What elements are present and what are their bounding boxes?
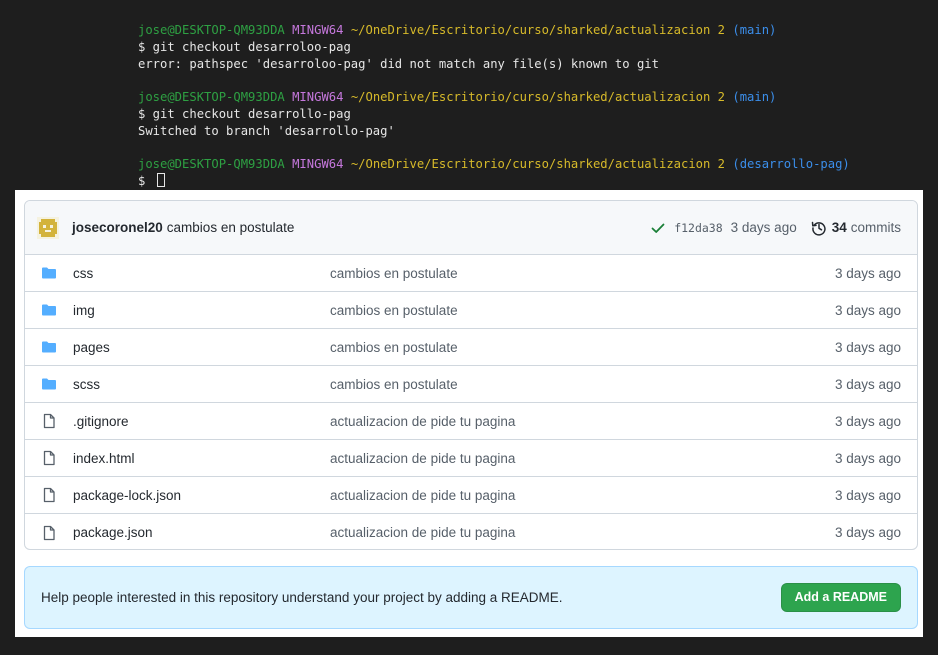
file-commit-age: 3 days ago [834,339,901,355]
prompt-user: jose@DESKTOP-QM93DDA [138,157,285,172]
add-readme-button[interactable]: Add a README [780,583,901,612]
file-commit-message-link[interactable]: cambios en postulate [330,303,835,318]
file-row[interactable]: package.json actualizacion de pide tu pag… [25,514,917,549]
file-commit-message-link[interactable]: actualizacion de pide tu pagina [330,525,835,540]
file-list-box: josecoronel20 cambios en postulate f12da… [24,200,918,550]
file-commit-message-link[interactable]: cambios en postulate [330,266,835,281]
file-icon [41,487,57,503]
file-icon [41,413,57,429]
terminal-command: $ git checkout desarrollo-pag [138,106,351,121]
terminal-input-line[interactable]: $ [138,173,850,190]
prompt-env: MINGW64 [292,90,344,105]
prompt-user: jose@DESKTOP-QM93DDA [138,23,285,37]
prompt-user: jose@DESKTOP-QM93DDA [138,90,285,105]
folder-icon [41,265,57,281]
file-commit-message-link[interactable]: actualizacion de pide tu pagina [330,414,835,429]
file-list: css cambios en postulate 3 days ago img camb… [25,255,917,549]
file-row[interactable]: package-lock.json actualizacion de pide t… [25,477,917,514]
file-row[interactable]: .gitignore actualizacion de pide tu pagin… [25,403,917,440]
latest-commit-bar: josecoronel20 cambios en postulate f12da… [25,201,917,255]
file-name-link[interactable]: index.html [73,451,330,466]
file-icon [41,450,57,466]
terminal-command: $ [138,174,153,189]
terminal-window[interactable]: jose@DESKTOP-QM93DDA MINGW64 ~/OneDrive/… [0,0,938,196]
file-row[interactable]: css cambios en postulate 3 days ago [25,255,917,292]
file-commit-age: 3 days ago [834,525,901,540]
commit-sha-link[interactable]: f12da38 [674,221,722,235]
readme-banner: Help people interested in this repositor… [24,566,918,629]
file-row[interactable]: index.html actualizacion de pide tu pagin… [25,440,917,477]
file-commit-age: 3 days ago [834,450,901,466]
prompt-path: ~/OneDrive/Escritorio/curso/sharked/actu… [350,157,726,172]
check-icon[interactable] [650,220,666,236]
terminal-prompt-line: jose@DESKTOP-QM93DDA MINGW64 ~/OneDrive/… [138,156,850,173]
file-commit-age: 3 days ago [834,487,901,503]
file-commit-message-link[interactable]: cambios en postulate [330,377,835,392]
terminal-error-output: error: pathspec 'desarroloo-pag' did not… [138,56,659,71]
prompt-branch: (main) [732,23,777,37]
history-icon[interactable] [811,220,827,236]
terminal-prompt-line: jose@DESKTOP-QM93DDA MINGW64 ~/OneDrive/… [138,89,850,106]
file-name-link[interactable]: package.json [73,525,330,540]
prompt-path: ~/OneDrive/Escritorio/curso/sharked/actu… [350,90,726,105]
file-row[interactable]: pages cambios en postulate 3 days ago [25,329,917,366]
avatar[interactable] [37,216,59,239]
prompt-env: MINGW64 [292,23,344,37]
file-commit-message-link[interactable]: actualizacion de pide tu pagina [330,488,835,503]
file-commit-age: 3 days ago [834,413,901,429]
file-name-link[interactable]: scss [73,377,330,392]
file-row[interactable]: scss cambios en postulate 3 days ago [25,366,917,403]
prompt-branch: (main) [732,90,777,105]
terminal-output: jose@DESKTOP-QM93DDA MINGW64 ~/OneDrive/… [138,22,850,190]
file-name-link[interactable]: package-lock.json [73,488,330,503]
file-name-link[interactable]: img [73,303,330,318]
commits-label[interactable]: commits [851,220,901,235]
readme-banner-text: Help people interested in this repositor… [41,590,563,605]
file-commit-message-link[interactable]: actualizacion de pide tu pagina [330,451,835,466]
repo-file-browser: josecoronel20 cambios en postulate f12da… [15,190,923,637]
commit-age: 3 days ago [730,220,797,235]
terminal-output-line: Switched to branch 'desarrollo-pag' [138,123,395,138]
folder-icon [41,376,57,392]
file-commit-message-link[interactable]: cambios en postulate [330,340,835,355]
terminal-command: $ git checkout desarroloo-pag [138,39,351,54]
file-icon [41,525,57,541]
commit-author-link[interactable]: josecoronel20 [72,220,163,235]
folder-icon [41,302,57,318]
file-name-link[interactable]: css [73,266,330,281]
file-name-link[interactable]: .gitignore [73,414,330,429]
prompt-path: ~/OneDrive/Escritorio/curso/sharked/actu… [350,23,726,37]
terminal-prompt-line: jose@DESKTOP-QM93DDA MINGW64 ~/OneDrive/… [138,22,850,39]
prompt-env: MINGW64 [292,157,344,172]
folder-icon [41,339,57,355]
commit-message-link[interactable]: cambios en postulate [167,220,295,235]
file-row[interactable]: img cambios en postulate 3 days ago [25,292,917,329]
terminal-cursor [156,173,165,188]
commits-count[interactable]: 34 [832,220,847,235]
file-commit-age: 3 days ago [834,265,901,281]
file-commit-age: 3 days ago [834,376,901,392]
file-commit-age: 3 days ago [834,302,901,318]
prompt-branch: (desarrollo-pag) [732,157,850,172]
file-name-link[interactable]: pages [73,340,330,355]
